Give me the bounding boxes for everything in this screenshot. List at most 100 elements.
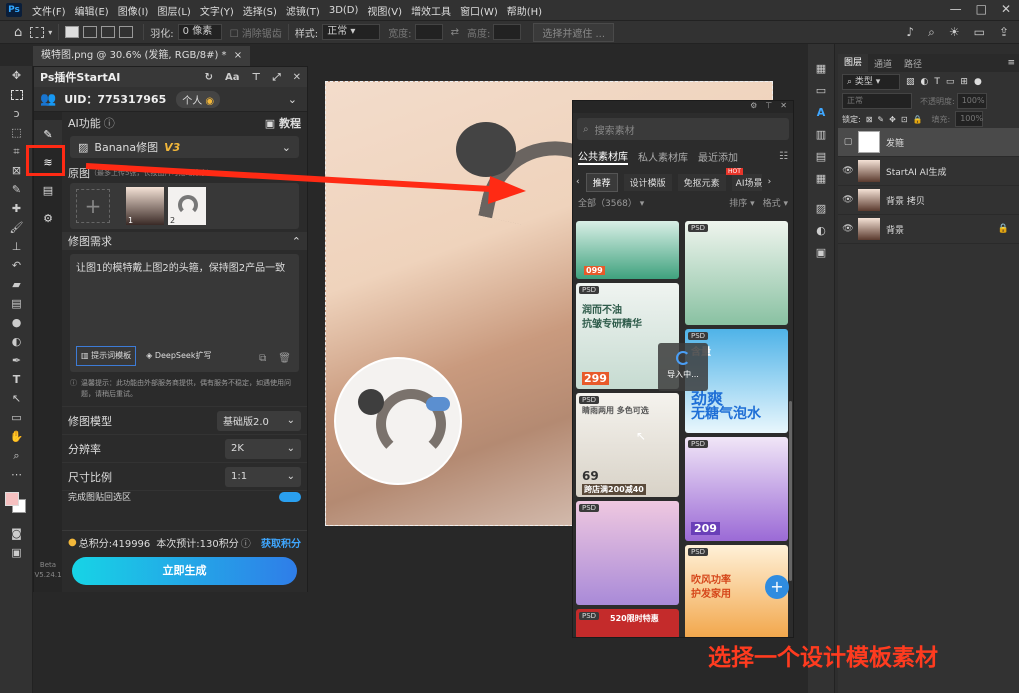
- copy-icon[interactable]: ⧉: [259, 352, 266, 366]
- font-size-icon[interactable]: Aa: [225, 72, 240, 83]
- gradient-tool-icon[interactable]: ▤: [0, 294, 33, 313]
- lock-artboard-icon[interactable]: ⊡: [901, 115, 908, 124]
- eye-icon[interactable]: 👁: [838, 195, 858, 205]
- adjustments-panel-icon[interactable]: ◐: [808, 220, 834, 242]
- move-tool-icon[interactable]: ✥: [0, 66, 33, 85]
- asset-scrollbar[interactable]: [789, 401, 792, 581]
- collapse-icon[interactable]: ⌃: [292, 235, 301, 248]
- asset-settings-icon[interactable]: ⚙: [750, 101, 757, 113]
- asset-tile[interactable]: 099: [576, 221, 679, 279]
- tab-layers[interactable]: 图层: [838, 54, 869, 72]
- feather-input[interactable]: 0 像素: [177, 24, 222, 40]
- menu-layer[interactable]: 图层(L): [157, 3, 190, 18]
- menu-window[interactable]: 窗口(W): [460, 3, 498, 18]
- intersect-selection-icon[interactable]: [119, 26, 134, 38]
- menu-edit[interactable]: 编辑(E): [75, 3, 109, 18]
- cat-cutout-elements[interactable]: 免抠元素: [677, 173, 726, 191]
- blur-tool-icon[interactable]: ●: [0, 313, 33, 332]
- trash-icon[interactable]: 🗑: [278, 352, 291, 366]
- workspace-icon[interactable]: ▭: [974, 25, 985, 40]
- fill-input[interactable]: 100%: [955, 111, 984, 127]
- libraries-panel-icon[interactable]: ▣: [808, 242, 834, 264]
- pin-icon[interactable]: ⊤: [251, 72, 260, 83]
- menu-filter[interactable]: 滤镜(T): [286, 3, 320, 18]
- tab-close-icon[interactable]: ×: [234, 50, 242, 61]
- menu-select[interactable]: 选择(S): [243, 3, 277, 18]
- model-select[interactable]: 基础版2.0 ⌄: [217, 410, 301, 431]
- cats-next-icon[interactable]: ›: [768, 177, 772, 187]
- object-select-tool-icon[interactable]: ⬚: [0, 123, 33, 142]
- asset-close-icon[interactable]: ✕: [780, 101, 787, 113]
- menu-help[interactable]: 帮助(H): [507, 3, 542, 18]
- tab-recent[interactable]: 最近添加: [698, 149, 738, 164]
- cost-info-icon[interactable]: ⓘ: [241, 535, 251, 550]
- asset-search-input[interactable]: ⌕ 搜索素材: [577, 118, 789, 140]
- layer-row-bg-copy[interactable]: 👁 背景 拷贝: [838, 186, 1019, 215]
- asset-pin-icon[interactable]: ⊤: [765, 101, 772, 113]
- asset-tile[interactable]: PSD 209: [685, 437, 788, 541]
- home-icon[interactable]: ⌂: [14, 25, 22, 40]
- height-input[interactable]: [493, 24, 522, 40]
- asset-tile[interactable]: PSD 520限时特惠: [576, 609, 679, 637]
- cats-prev-icon[interactable]: ‹: [576, 177, 580, 187]
- plugin-close-icon[interactable]: ✕: [293, 72, 301, 83]
- add-selection-icon[interactable]: [83, 26, 98, 38]
- comments-panel-icon[interactable]: ▭: [808, 80, 834, 102]
- minimize-icon[interactable]: —: [950, 2, 962, 16]
- tab-public-assets[interactable]: 公共素材库: [578, 148, 628, 165]
- document-icon[interactable]: ▤: [34, 176, 62, 204]
- user-dropdown-icon[interactable]: ⌄: [288, 93, 297, 106]
- resolution-select[interactable]: 2K ⌄: [225, 438, 301, 459]
- zoom-tool-icon[interactable]: ⌕: [0, 446, 33, 465]
- menu-view[interactable]: 视图(V): [367, 3, 402, 18]
- lock-paint-icon[interactable]: ✎: [877, 115, 884, 124]
- lock-pixels-icon[interactable]: ⊠: [866, 115, 873, 124]
- marquee-tool-icon[interactable]: [0, 85, 33, 104]
- dodge-tool-icon[interactable]: ◐: [0, 332, 33, 351]
- info-icon[interactable]: ⓘ: [104, 115, 115, 131]
- tab-paths[interactable]: 路径: [898, 57, 928, 70]
- more-tools-icon[interactable]: ⋯: [0, 465, 33, 484]
- layer-kind-filter[interactable]: ⌕ 类型 ▾: [842, 74, 900, 90]
- close-icon[interactable]: ✕: [1001, 2, 1011, 16]
- format-select[interactable]: 格式 ▾: [763, 196, 788, 209]
- foreground-color[interactable]: [5, 492, 19, 506]
- filter-shape-icon[interactable]: ▭: [946, 77, 955, 87]
- maximize-icon[interactable]: □: [976, 2, 987, 16]
- bell-icon[interactable]: ♪: [906, 25, 914, 40]
- generate-button[interactable]: 立即生成: [72, 557, 297, 585]
- swap-icon[interactable]: ⇄: [451, 27, 459, 38]
- sort-select[interactable]: 排序 ▾: [729, 196, 754, 209]
- pen-tool-icon[interactable]: ✒: [0, 351, 33, 370]
- tutorial-link[interactable]: ▣ 教程: [265, 115, 301, 131]
- requirement-textarea[interactable]: 让图1的模特戴上图2的头箍，保持图2产品一致 ▥ 提示词模板 ◈ DeepSee…: [70, 254, 299, 372]
- shape-tool-icon[interactable]: ▭: [0, 408, 33, 427]
- filter-type-icon[interactable]: T: [934, 77, 940, 87]
- lightbulb-icon[interactable]: ☀: [949, 25, 960, 40]
- cat-design-template[interactable]: 设计模版: [623, 173, 672, 191]
- gradient-panel-icon[interactable]: ▤: [808, 146, 834, 168]
- new-selection-icon[interactable]: [65, 26, 80, 38]
- menu-type[interactable]: 文字(Y): [200, 3, 234, 18]
- stamp-tool-icon[interactable]: ⊥: [0, 237, 33, 256]
- lasso-tool-icon[interactable]: ↄ: [0, 104, 33, 123]
- filter-smart-icon[interactable]: ⊞: [960, 77, 968, 87]
- filter-toggle-icon[interactable]: ●: [974, 77, 982, 87]
- lock-move-icon[interactable]: ✥: [889, 115, 896, 124]
- document-tab[interactable]: 模特图.png @ 30.6% (发箍, RGB/8#) * ×: [33, 46, 251, 66]
- eraser-tool-icon[interactable]: ▰: [0, 275, 33, 294]
- path-select-tool-icon[interactable]: ↖: [0, 389, 33, 408]
- get-points-link[interactable]: 获取积分: [261, 535, 301, 550]
- patterns-panel-icon[interactable]: ▦: [808, 168, 834, 190]
- select-and-mask-button[interactable]: 选择并遮住 ...: [533, 22, 615, 42]
- quick-mask-icon[interactable]: ◙: [0, 524, 33, 543]
- layer-row-ai-generated[interactable]: 👁 StartAI AI生成: [838, 157, 1019, 186]
- hand-tool-icon[interactable]: ✋: [0, 427, 33, 446]
- filter-pixel-icon[interactable]: ▨: [906, 77, 915, 87]
- expand-icon[interactable]: ⤢: [273, 72, 281, 83]
- tab-channels[interactable]: 通道: [868, 57, 898, 70]
- layer-row-hairband[interactable]: ▢ 发箍: [838, 128, 1019, 157]
- menu-file[interactable]: 文件(F): [32, 3, 66, 18]
- layers-menu-icon[interactable]: ≡: [1007, 58, 1015, 68]
- marquee-tool-icon[interactable]: [30, 26, 45, 38]
